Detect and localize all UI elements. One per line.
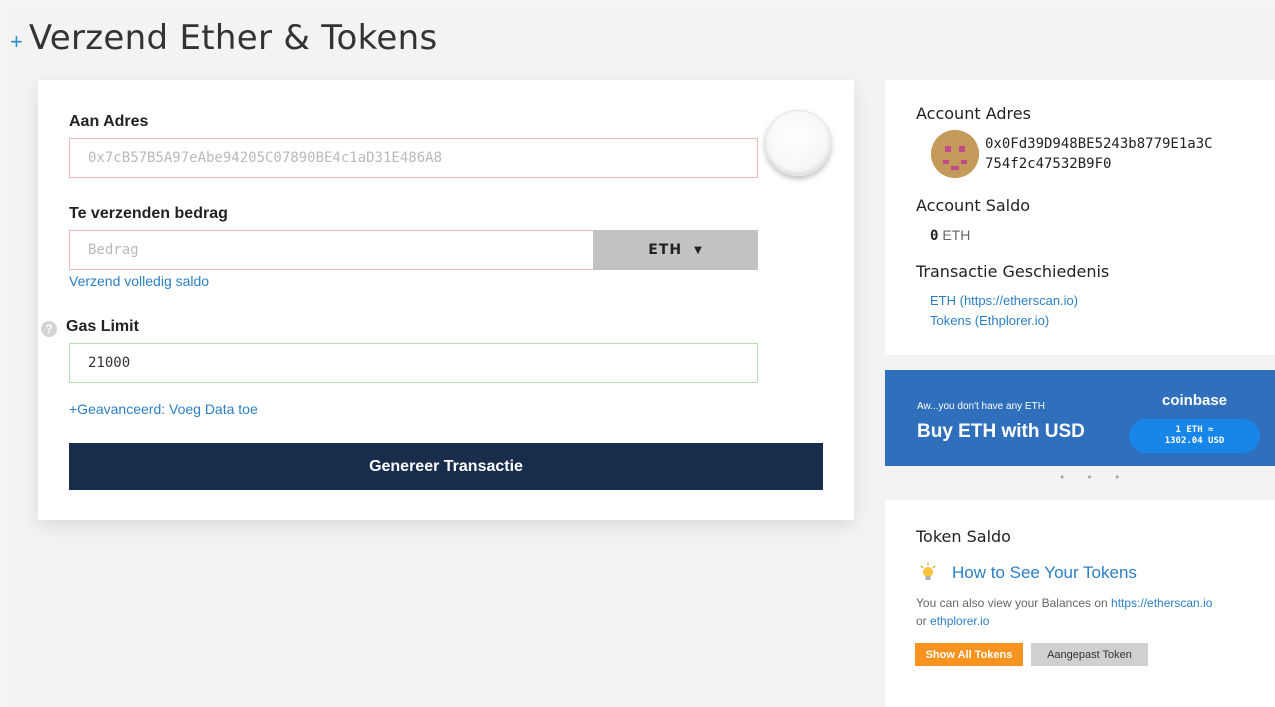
account-address-line1: 0x0Fd39D948BE5243b8779E1a3C (985, 136, 1213, 152)
carousel-dots[interactable]: • • • (1060, 470, 1129, 484)
amount-input[interactable]: Bedrag (69, 230, 594, 270)
transaction-history-title: Transactie Geschiedenis (916, 262, 1110, 281)
currency-dropdown[interactable]: ETH ▼ (593, 230, 758, 270)
token-desc-middle: or (916, 614, 931, 628)
currency-label: ETH (648, 242, 683, 258)
ethplorer-link[interactable]: ethplorer.io (930, 614, 989, 628)
caret-down-icon: ▼ (694, 244, 703, 256)
send-full-balance-link[interactable]: Verzend volledig saldo (69, 273, 209, 289)
account-balance: 0 ETH (930, 227, 970, 244)
token-desc-prefix: You can also view your Balances on (916, 596, 1112, 610)
question-circle-icon[interactable]: ? (41, 321, 57, 337)
coinbase-rate-pill: 1 ETH ≈ 1302.04 USD (1129, 419, 1260, 453)
advanced-data-link[interactable]: +Geavanceerd: Voeg Data toe (69, 401, 258, 417)
amount-placeholder: Bedrag (88, 242, 139, 258)
gas-limit-value: 21000 (88, 355, 131, 371)
custom-token-button[interactable]: Aangepast Token (1031, 643, 1148, 666)
to-address-label: Aan Adres (69, 113, 149, 130)
history-tokens-link[interactable]: Tokens (Ethplorer.io) (930, 313, 1049, 328)
history-eth-link[interactable]: ETH (https://etherscan.io) (930, 293, 1078, 308)
coinbase-subtitle: Aw...you don't have any ETH (917, 401, 1045, 412)
account-identicon (931, 130, 979, 178)
rate-line1: 1 ETH ≈ (1175, 425, 1214, 435)
empty-identicon (765, 110, 831, 176)
rate-line2: 1302.04 USD (1164, 436, 1225, 446)
token-balance-title: Token Saldo (916, 527, 1011, 546)
plus-icon: + (10, 29, 23, 54)
account-address-line2: 754f2c47532B9F0 (985, 156, 1112, 172)
account-balance-title: Account Saldo (916, 196, 1031, 215)
amount-label: Te verzenden bedrag (69, 205, 228, 222)
lightbulb-icon (920, 563, 936, 588)
account-balance-value: 0 (930, 228, 939, 244)
page-title: Verzend Ether & Tokens (28, 18, 438, 58)
show-all-tokens-button[interactable]: Show All Tokens (915, 643, 1023, 666)
gas-limit-label: Gas Limit (66, 318, 139, 335)
account-address-title: Account Adres (916, 104, 1031, 123)
how-to-see-tokens-link[interactable]: How to See Your Tokens (952, 563, 1137, 583)
coinbase-headline: Buy ETH with USD (917, 421, 1085, 442)
token-description: You can also view your Balances on https… (916, 594, 1266, 630)
page-title-row: + Verzend Ether & Tokens (10, 18, 438, 58)
etherscan-link[interactable]: https://etherscan.io (1111, 596, 1212, 610)
account-balance-unit: ETH (942, 227, 971, 243)
coinbase-logo: coinbase (1162, 392, 1228, 409)
gas-limit-input[interactable]: 21000 (69, 343, 758, 383)
to-address-value: 0x7cB57B5A97eAbe94205C07890BE4c1aD31E486… (88, 150, 443, 166)
coinbase-banner[interactable]: Aw...you don't have any ETH Buy ETH with… (885, 370, 1275, 466)
to-address-input[interactable]: 0x7cB57B5A97eAbe94205C07890BE4c1aD31E486… (69, 138, 758, 178)
generate-transaction-button[interactable]: Genereer Transactie (69, 443, 823, 490)
